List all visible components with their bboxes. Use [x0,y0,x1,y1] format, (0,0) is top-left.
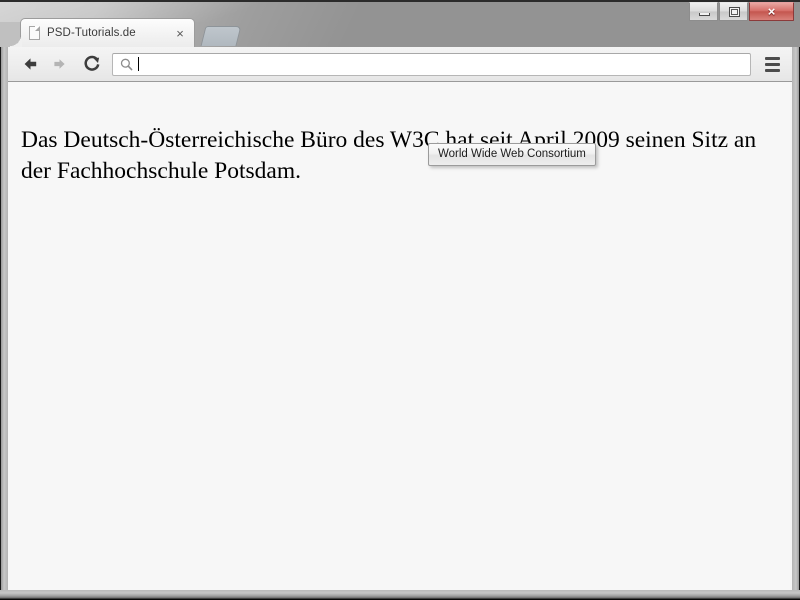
tab-psd-tutorials[interactable]: PSD-Tutorials.de × [10,18,195,47]
hamburger-icon-line-3 [764,68,780,72]
page-icon [29,26,40,40]
forward-button [46,50,74,78]
back-button[interactable] [16,50,44,78]
search-icon [119,57,134,72]
menu-button[interactable] [759,51,785,77]
minimize-icon [699,13,710,16]
window-frame-left [0,47,8,600]
browser-window: × PSD-Tutorials.de × Das Deutsch-Österre… [0,0,800,600]
page-viewport: Das Deutsch-Österreichische Büro des W3C… [8,82,792,590]
window-frame-right [792,47,800,600]
reload-icon [84,55,100,71]
maximize-icon [729,7,740,17]
tab-strip: PSD-Tutorials.de × [8,18,792,47]
tab-close-icon[interactable]: × [172,25,188,41]
new-tab-button[interactable] [200,26,242,46]
arrow-right-icon [54,59,65,69]
text-cursor [138,57,139,71]
tab-title: PSD-Tutorials.de [47,27,136,39]
tooltip: World Wide Web Consortium [428,143,596,166]
hamburger-icon-line-2 [764,62,780,66]
window-frame-bottom [0,590,800,600]
hamburger-icon-line-1 [764,56,780,60]
address-bar[interactable] [112,52,751,76]
arrow-left-icon [24,58,37,70]
page-paragraph: Das Deutsch-Österreichische Büro des W3C… [21,126,757,184]
browser-toolbar [8,47,792,82]
reload-button[interactable] [78,50,106,78]
